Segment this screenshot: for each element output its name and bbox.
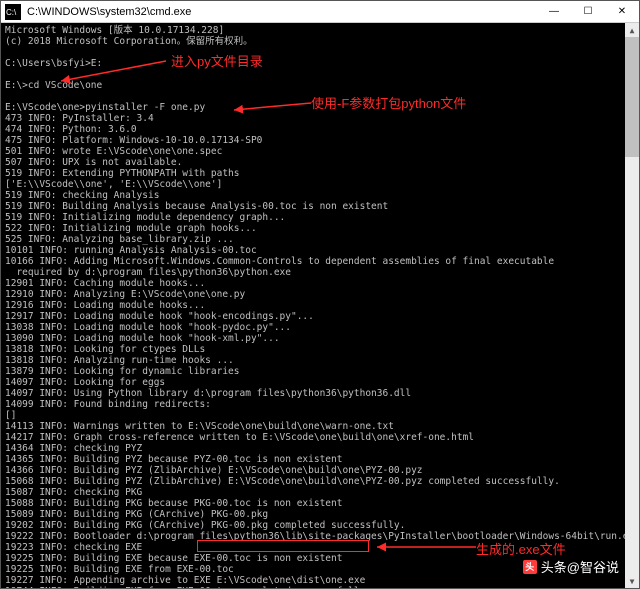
cmd-icon: C:\: [5, 4, 21, 20]
titlebar[interactable]: C:\ C:\WINDOWS\system32\cmd.exe — ☐ ✕: [1, 1, 639, 23]
watermark-text: 头条@智谷说: [541, 557, 619, 576]
scroll-thumb[interactable]: [625, 37, 639, 157]
scrollbar[interactable]: ▲ ▼: [625, 23, 639, 588]
window-title: C:\WINDOWS\system32\cmd.exe: [25, 6, 537, 18]
scroll-up-button[interactable]: ▲: [625, 23, 639, 37]
maximize-button[interactable]: ☐: [571, 1, 605, 22]
window-controls: — ☐ ✕: [537, 1, 639, 22]
watermark: 头 头条@智谷说: [523, 557, 619, 576]
minimize-button[interactable]: —: [537, 1, 571, 22]
cmd-window: C:\ C:\WINDOWS\system32\cmd.exe — ☐ ✕ Mi…: [0, 0, 640, 589]
watermark-logo-icon: 头: [523, 560, 537, 574]
scroll-down-button[interactable]: ▼: [625, 574, 639, 588]
terminal-output[interactable]: Microsoft Windows [版本 10.0.17134.228] (c…: [1, 23, 639, 588]
close-button[interactable]: ✕: [605, 1, 639, 22]
svg-text:C:\: C:\: [6, 8, 17, 17]
